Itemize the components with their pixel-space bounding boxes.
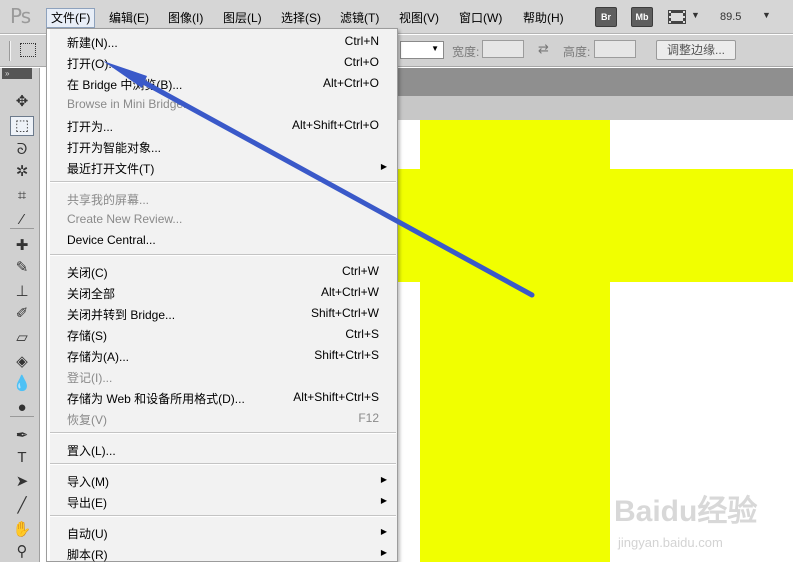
watermark-logo-text: Baidu经验 (614, 494, 757, 528)
baidu-paw-logo: Baidu经验 jingyan.baidu.com (614, 494, 757, 550)
arrow-shaft (133, 75, 535, 298)
watermark-url: jingyan.baidu.com (617, 535, 723, 550)
annotation-arrow (103, 61, 535, 298)
baidu-watermark: Baidu经验 jingyan.baidu.com (612, 485, 782, 555)
arrow-head (103, 61, 147, 88)
